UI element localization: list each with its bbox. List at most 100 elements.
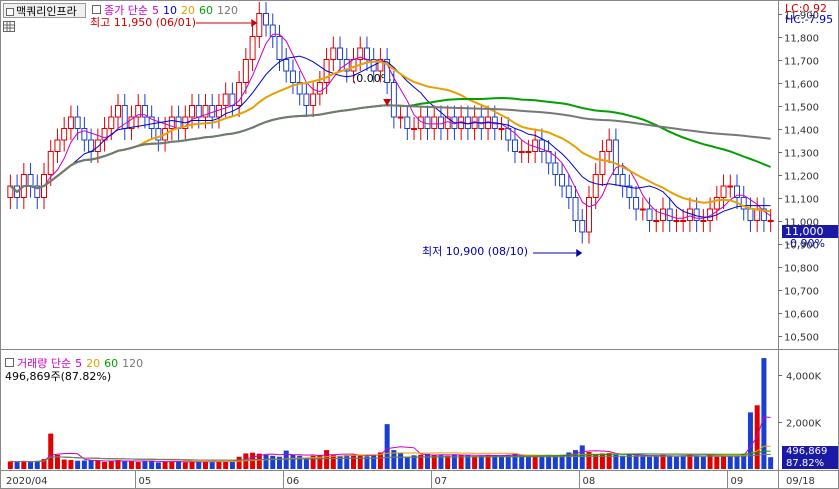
volume-bar bbox=[303, 457, 309, 469]
stock-name: 맥쿼리인프라 bbox=[16, 5, 77, 18]
candle-body bbox=[505, 128, 512, 141]
candle-body bbox=[464, 116, 471, 129]
outer-border bbox=[0, 0, 839, 489]
last-change-label: -0.90% bbox=[786, 237, 825, 250]
candle-body bbox=[7, 185, 14, 198]
candle-body bbox=[141, 105, 148, 118]
candle-body bbox=[54, 139, 61, 152]
candle-body bbox=[155, 128, 162, 141]
candle-body bbox=[222, 93, 229, 106]
candle-body bbox=[269, 24, 276, 37]
grid-icon[interactable] bbox=[3, 21, 15, 32]
volume-bar bbox=[660, 454, 666, 469]
candle-body bbox=[518, 151, 525, 153]
price-tick-label: 10,600 bbox=[784, 310, 819, 321]
grid-icon-glyph bbox=[4, 22, 14, 31]
candle-body bbox=[289, 70, 296, 83]
candle-body bbox=[511, 139, 518, 152]
candle-body bbox=[189, 105, 196, 118]
volume-bar bbox=[115, 460, 121, 469]
volume-bar bbox=[283, 450, 289, 469]
volume-bar bbox=[28, 461, 34, 469]
candle-body bbox=[559, 174, 566, 187]
volume-bar bbox=[647, 456, 653, 469]
volume-bar bbox=[714, 456, 720, 469]
volume-bar bbox=[202, 460, 208, 469]
date-tick-label: 07 bbox=[435, 476, 448, 487]
chart-canvas: 11,90011,80011,70011,60011,50011,40011,3… bbox=[0, 0, 839, 489]
volume-bar bbox=[324, 450, 330, 469]
volume-bar bbox=[377, 452, 383, 469]
candle-body bbox=[626, 185, 633, 198]
candle-body bbox=[101, 128, 108, 141]
volume-bar bbox=[216, 461, 222, 469]
volume-bar bbox=[411, 455, 417, 469]
volume-bars[interactable] bbox=[7, 358, 774, 469]
low-annotation: 최저 10,900 (08/10) bbox=[422, 245, 529, 258]
volume-bar bbox=[276, 456, 282, 469]
candle-body bbox=[316, 82, 323, 95]
date-axis: 2020/04 05 06 07 08 09 09/18 bbox=[6, 470, 815, 489]
volume-bar bbox=[586, 452, 592, 469]
volume-bar bbox=[721, 456, 727, 469]
candle-body bbox=[195, 105, 202, 118]
volume-bar bbox=[438, 455, 444, 469]
candle-body bbox=[182, 116, 189, 129]
volume-bar bbox=[61, 459, 67, 469]
vma5-label: 5 bbox=[75, 357, 83, 370]
volume-bar bbox=[768, 457, 774, 469]
volume-bar bbox=[209, 462, 215, 469]
price-tick-label: 11,700 bbox=[784, 57, 819, 68]
candle-body bbox=[538, 139, 545, 152]
candle-body bbox=[215, 105, 222, 118]
volume-tick-label: 4,000K bbox=[786, 372, 822, 383]
candle-body bbox=[303, 93, 310, 106]
volume-bar bbox=[525, 456, 531, 469]
high-arrow-icon bbox=[251, 19, 258, 27]
candle-body bbox=[666, 208, 673, 221]
volume-legend: 거래량 단순 5 20 60 120 bbox=[5, 357, 147, 370]
candle-body bbox=[747, 208, 754, 221]
candle-body bbox=[236, 82, 243, 106]
candle-body bbox=[478, 116, 485, 129]
price-tick-label: 10,700 bbox=[784, 287, 819, 298]
candle-body bbox=[27, 174, 34, 187]
price-tick-label: 11,800 bbox=[784, 34, 819, 45]
candle-body bbox=[545, 151, 552, 164]
candle-body bbox=[343, 59, 350, 72]
candle-body bbox=[612, 139, 619, 175]
candle-body bbox=[115, 105, 122, 118]
volume-bar bbox=[297, 455, 303, 469]
stock-select-icon[interactable] bbox=[6, 8, 14, 16]
volume-bar bbox=[761, 358, 767, 469]
candle-body bbox=[552, 162, 559, 175]
date-tick-label: 09/18 bbox=[786, 476, 815, 487]
candle-body bbox=[350, 59, 357, 72]
stock-name-box[interactable]: 맥쿼리인프라 bbox=[3, 3, 86, 18]
volume-bar bbox=[176, 461, 182, 469]
candles[interactable] bbox=[7, 2, 774, 244]
date-tick-label: 06 bbox=[287, 476, 300, 487]
chart-window: 맥쿼리인프라 종가 단순 5 10 20 60 120 최고 11,950 (06/01)… bbox=[0, 0, 839, 489]
volume-bar bbox=[108, 461, 114, 469]
volume-last-badge: 496,869 bbox=[782, 446, 838, 458]
candle-body bbox=[424, 116, 431, 129]
volume-bar bbox=[640, 455, 646, 469]
candle-body bbox=[74, 116, 81, 129]
volume-bar bbox=[579, 445, 585, 469]
volume-bar bbox=[566, 452, 572, 469]
volume-bar bbox=[620, 455, 626, 469]
price-tick-label: 10,800 bbox=[784, 264, 819, 275]
candle-body bbox=[370, 59, 377, 72]
volume-ma-120 bbox=[10, 453, 771, 463]
candle-body bbox=[242, 59, 249, 83]
candle-body bbox=[202, 105, 209, 118]
candle-body bbox=[431, 116, 438, 129]
candle-body bbox=[471, 116, 478, 129]
volume-bar bbox=[75, 460, 81, 469]
volume-axis: 4,000K 2,000K bbox=[778, 372, 822, 430]
candle-body bbox=[458, 116, 465, 129]
volume-bar bbox=[465, 455, 471, 469]
chart-frame bbox=[0, 0, 839, 489]
candle-body bbox=[686, 208, 693, 221]
